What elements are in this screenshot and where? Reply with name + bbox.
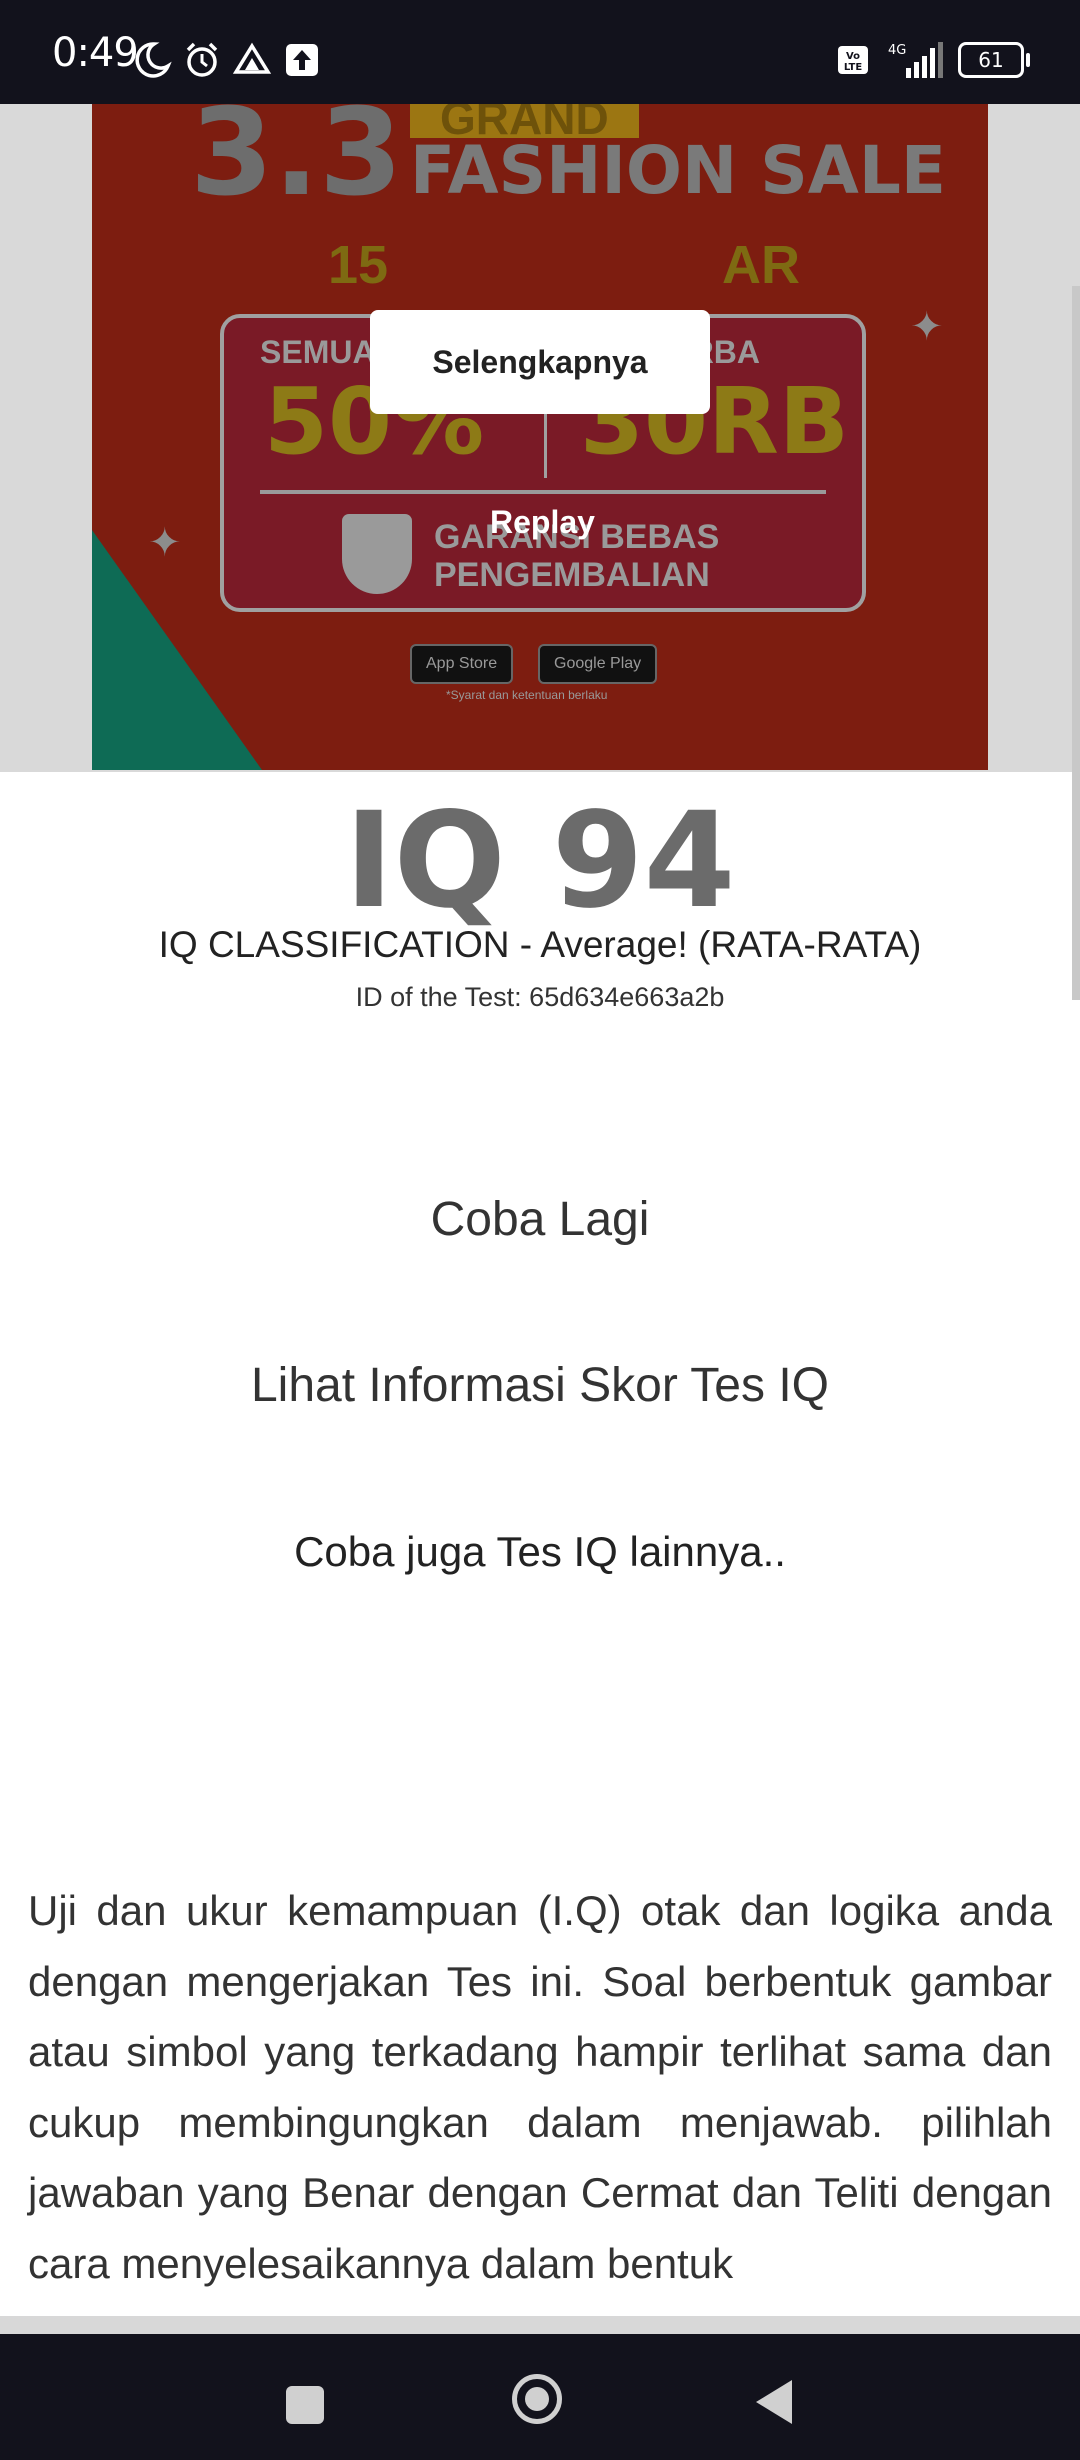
iq-score: IQ 94 bbox=[344, 784, 736, 938]
score-info-link[interactable]: Lihat Informasi Skor Tes IQ bbox=[0, 1358, 1080, 1413]
home-circle-icon[interactable] bbox=[512, 2374, 562, 2424]
replay-button[interactable]: Replay bbox=[490, 504, 595, 541]
retry-link[interactable]: Coba Lagi bbox=[0, 1192, 1080, 1247]
ad-title-numbers: 3.3 bbox=[190, 104, 403, 223]
battery-icon: 61 bbox=[958, 42, 1030, 78]
svg-text:4G: 4G bbox=[888, 43, 906, 58]
sparkle-icon: ✦ bbox=[910, 305, 944, 349]
back-triangle-icon[interactable] bbox=[756, 2380, 792, 2424]
alarm-clock-icon bbox=[186, 42, 218, 77]
signal-4g-icon: 4G bbox=[888, 42, 943, 78]
ad-container: 3.3 GRAND FASHION SALE 15 AR SEMUA DISKO… bbox=[0, 104, 1080, 772]
other-tests-link[interactable]: Coba juga Tes IQ lainnya.. bbox=[0, 1528, 1080, 1576]
test-id: ID of the Test: 65d634e663a2b bbox=[355, 982, 725, 1012]
status-time: 0:49 bbox=[52, 30, 139, 76]
ad-hline bbox=[260, 490, 826, 494]
do-not-disturb-moon-icon bbox=[135, 42, 172, 78]
status-notification-icons bbox=[132, 40, 322, 80]
iq-classification: IQ CLASSIFICATION - Average! (RATA-RATA) bbox=[158, 924, 922, 965]
drive-triangle-icon bbox=[232, 42, 272, 74]
sparkle-icon: ✦ bbox=[148, 521, 182, 565]
volte-icon: VoLTE bbox=[838, 46, 868, 74]
status-system-icons: Vo LTE 4G 61 bbox=[834, 40, 1030, 80]
google-play-badge: Google Play bbox=[538, 644, 658, 684]
content-edge bbox=[0, 2316, 1080, 2334]
ad-banner[interactable]: 3.3 GRAND FASHION SALE 15 AR SEMUA DISKO… bbox=[92, 104, 988, 770]
status-bar: 0:49 Vo LTE 4G 61 bbox=[0, 0, 1080, 104]
recents-square-icon[interactable] bbox=[286, 2386, 324, 2424]
upload-arrow-icon bbox=[286, 44, 318, 76]
ad-date-right: AR bbox=[722, 235, 800, 295]
ad-date-left: 15 bbox=[328, 235, 389, 295]
svg-text:LTE: LTE bbox=[844, 62, 863, 73]
app-store-badge: App Store bbox=[410, 644, 514, 684]
navigation-bar bbox=[0, 2334, 1080, 2460]
shield-return-icon bbox=[342, 514, 412, 594]
ad-terms: *Syarat dan ketentuan berlaku bbox=[446, 688, 608, 702]
svg-text:Vo: Vo bbox=[846, 51, 860, 62]
description-text: Uji dan ukur kemampuan (I.Q) otak dan lo… bbox=[28, 1887, 1052, 2287]
more-info-button[interactable]: Selengkapnya bbox=[370, 310, 710, 414]
ad-title-sale: FASHION SALE bbox=[410, 132, 946, 209]
ad-guarantee: GARANSI BEBAS PENGEMBALIAN bbox=[434, 518, 720, 594]
